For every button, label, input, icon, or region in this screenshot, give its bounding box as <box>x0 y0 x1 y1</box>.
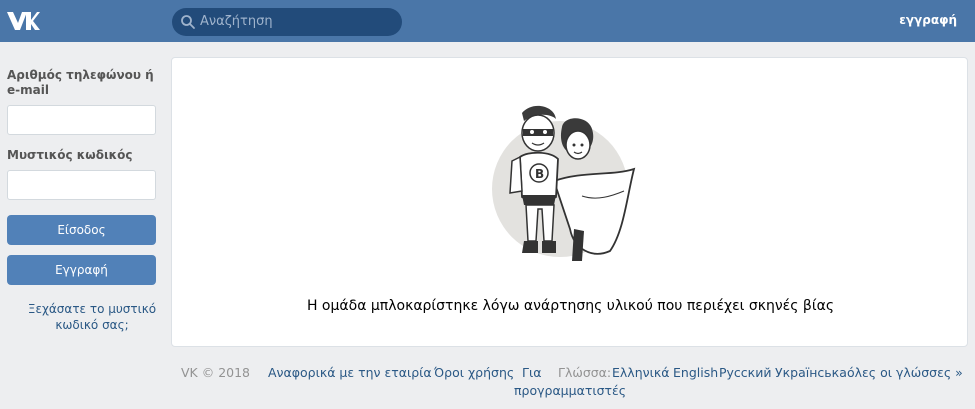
superhero-couple-illustration: B <box>492 105 636 261</box>
login-button[interactable]: Είσοδος <box>7 215 156 245</box>
phone-email-label: Αριθμός τηλεφώνου ή e-mail <box>7 68 154 97</box>
footer-copyright: VK © 2018 <box>181 365 251 380</box>
forgot-password-link[interactable]: Ξεχάσατε το μυστικό κωδικό σας; <box>7 301 177 333</box>
top-header: Αναζήτηση εγγραφή <box>0 0 975 42</box>
footer-lang-greek[interactable]: Ελληνικά <box>612 364 669 382</box>
footer-lang-english[interactable]: English <box>673 364 718 382</box>
footer-developers-link-2[interactable]: προγραμματιστές <box>514 382 626 400</box>
footer-about-link[interactable]: Αναφορικά με την εταιρία <box>268 364 432 382</box>
search-box[interactable]: Αναζήτηση <box>172 8 402 36</box>
signup-link[interactable]: εγγραφή <box>899 13 957 27</box>
blocked-group-card: B Η ομάδα μπλοκαρίστηκε λόγω ανάρτησης υ… <box>171 57 968 347</box>
footer-all-languages-link[interactable]: όλες οι γλώσσες » <box>847 364 963 382</box>
blocked-message: Η ομάδα μπλοκαρίστηκε λόγω ανάρτησης υλι… <box>306 298 835 314</box>
footer-terms-link[interactable]: Όροι χρήσης <box>434 364 514 382</box>
vk-logo-icon[interactable] <box>6 9 40 33</box>
search-icon <box>181 15 195 29</box>
register-button[interactable]: Εγγραφή <box>7 255 156 285</box>
password-label: Μυστικός κωδικός <box>7 148 133 162</box>
password-field[interactable] <box>7 170 156 200</box>
search-input[interactable]: Αναζήτηση <box>200 14 273 30</box>
svg-text:B: B <box>535 167 544 181</box>
footer-lang-russian[interactable]: Русский <box>719 364 771 382</box>
phone-email-field[interactable] <box>7 105 156 135</box>
footer-language-label: Γλώσσα: <box>558 365 612 380</box>
footer-lang-ukrainian[interactable]: Українська <box>775 364 847 382</box>
footer-developers-link[interactable]: Για <box>522 364 541 382</box>
